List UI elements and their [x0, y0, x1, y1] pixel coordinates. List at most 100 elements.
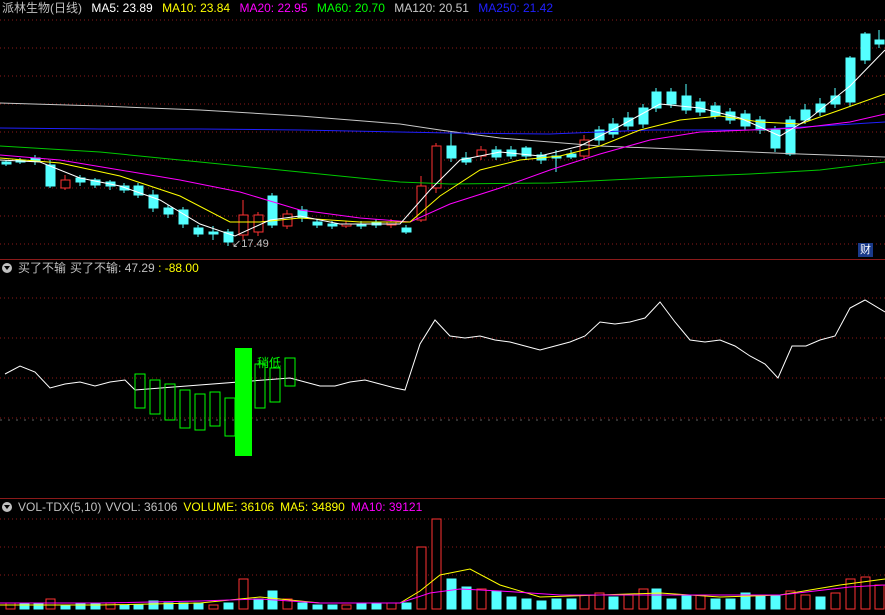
volume-bar-35	[521, 598, 532, 610]
candle-body-53	[785, 119, 796, 155]
volume-bar-5	[75, 602, 86, 610]
volume-bar-14	[208, 604, 219, 610]
volume-bar-43	[638, 588, 649, 610]
volume-bar-0	[5, 602, 16, 610]
volume-bar-38	[566, 598, 577, 610]
volume-bar-44	[651, 588, 662, 610]
candle-body-21	[312, 221, 323, 226]
volume-bar-27	[401, 602, 412, 610]
candle-body-47	[695, 101, 706, 113]
candle-body-4	[60, 179, 71, 189]
indicator-name: 买了不输	[70, 261, 119, 275]
vol-ma10-label: MA10: 39121	[350, 500, 423, 514]
volume-bar-52	[770, 594, 781, 610]
signal-block	[235, 348, 252, 456]
volume-bar-51	[755, 594, 766, 610]
candle-body-57	[845, 57, 856, 103]
signal-bar-0	[134, 373, 146, 409]
signal-bar-2	[164, 383, 176, 421]
ma60-label: MA60: 20.70	[316, 1, 385, 15]
dropdown-icon[interactable]	[2, 263, 12, 273]
volume-bar-46	[681, 594, 692, 610]
ma10-line	[0, 93, 885, 223]
candle-body-30	[446, 145, 457, 159]
volume-bar-41	[608, 596, 619, 610]
candle-body-58	[860, 33, 871, 61]
signal-bar-3	[179, 389, 191, 429]
volume-bar-8	[119, 604, 130, 610]
signal-label: 稍低	[257, 356, 282, 370]
volume-bar-6	[90, 602, 101, 610]
volume-bar-22	[327, 604, 338, 610]
ma10-label: MA10: 23.84	[162, 1, 231, 15]
volume-bar-47	[695, 594, 706, 610]
vol-ma5-label: MA5: 34890	[280, 500, 345, 514]
vvol-label: VVOL: 36106	[105, 500, 178, 514]
signal-bar-9	[284, 357, 296, 387]
low-arrow-icon: ↙	[232, 238, 242, 250]
indicator-colon: :	[118, 261, 125, 275]
candle-body-45	[666, 91, 677, 105]
volume-bar-26	[386, 602, 397, 610]
ma20-label: MA20: 22.95	[239, 1, 308, 15]
signal-bar-5	[209, 391, 221, 427]
ma5-line	[0, 49, 885, 237]
signal-bar-1	[149, 379, 161, 415]
indicator-title[interactable]: 买了不输	[18, 261, 66, 275]
volume-bar-20	[297, 602, 308, 610]
volume-legend: VOL-TDX(5,10) VVOL: 36106 VOLUME: 36106 MA5…	[2, 499, 428, 515]
indicator-chart[interactable]	[0, 260, 885, 498]
volume-bar-7	[105, 602, 116, 610]
candle-body-3	[45, 164, 56, 187]
ma250-label: MA250: 21.42	[478, 1, 554, 15]
volume-bar-23	[341, 604, 352, 610]
candle-body-38	[566, 153, 577, 158]
volume-bar-15	[223, 602, 234, 610]
volume-bar-12	[178, 602, 189, 610]
volume-bar-21	[312, 604, 323, 610]
dropdown-icon[interactable]	[2, 502, 12, 512]
volume-chart[interactable]	[0, 499, 885, 615]
volume-bar-56	[830, 592, 841, 610]
indicator-panel[interactable]: 买了不输 买了不输: 47.29 : -88.00 稍低	[0, 260, 885, 498]
volume-bar-45	[666, 598, 677, 610]
stock-name: 派林生物(日线)	[2, 1, 82, 15]
candle-body-13	[193, 227, 204, 235]
volume-bar-3	[45, 598, 56, 610]
volume-bar-31	[461, 586, 472, 610]
volume-bar-28	[416, 546, 427, 610]
volume-title[interactable]: VOL-TDX(5,10)	[18, 500, 101, 514]
ma5-label: MA5: 23.89	[91, 1, 153, 15]
volume-bar-29	[431, 518, 442, 610]
price-chart[interactable]	[0, 0, 885, 259]
price-panel[interactable]: 派林生物(日线) MA5: 23.89 MA10: 23.84 MA20: 22…	[0, 0, 885, 259]
volume-bar-17	[253, 598, 264, 610]
volume-bar-24	[356, 602, 367, 610]
volume-bar-55	[815, 596, 826, 610]
candle-body-29	[431, 145, 442, 189]
volume-bar-16	[238, 578, 249, 610]
low-price-value: 17.49	[241, 238, 269, 250]
indicator-line	[4, 299, 885, 391]
volume-bar-37	[551, 598, 562, 610]
finance-badge[interactable]: 财	[858, 243, 873, 257]
signal-bar-8	[269, 367, 281, 403]
indicator-legend: 买了不输 买了不输: 47.29 : -88.00	[2, 260, 205, 276]
volume-bar-39	[579, 594, 590, 610]
low-price-marker: ↙17.49	[232, 237, 269, 250]
volume-bar-4	[60, 604, 71, 610]
volume-ma5-line	[0, 568, 885, 606]
candle-body-55	[815, 103, 826, 113]
volume-bar-59	[874, 584, 885, 610]
volume-bar-1	[19, 602, 30, 610]
signal-bar-6	[224, 397, 236, 437]
volume-bar-25	[371, 602, 382, 610]
candle-body-22	[327, 223, 338, 227]
candle-body-43	[638, 107, 649, 125]
volume-bar-13	[193, 602, 204, 610]
candle-body-0	[1, 161, 12, 165]
volume-bar-49	[725, 598, 736, 610]
candle-body-27	[401, 227, 412, 233]
volume-ma10-line	[0, 584, 885, 604]
volume-panel[interactable]: VOL-TDX(5,10) VVOL: 36106 VOLUME: 36106 MA5…	[0, 499, 885, 615]
